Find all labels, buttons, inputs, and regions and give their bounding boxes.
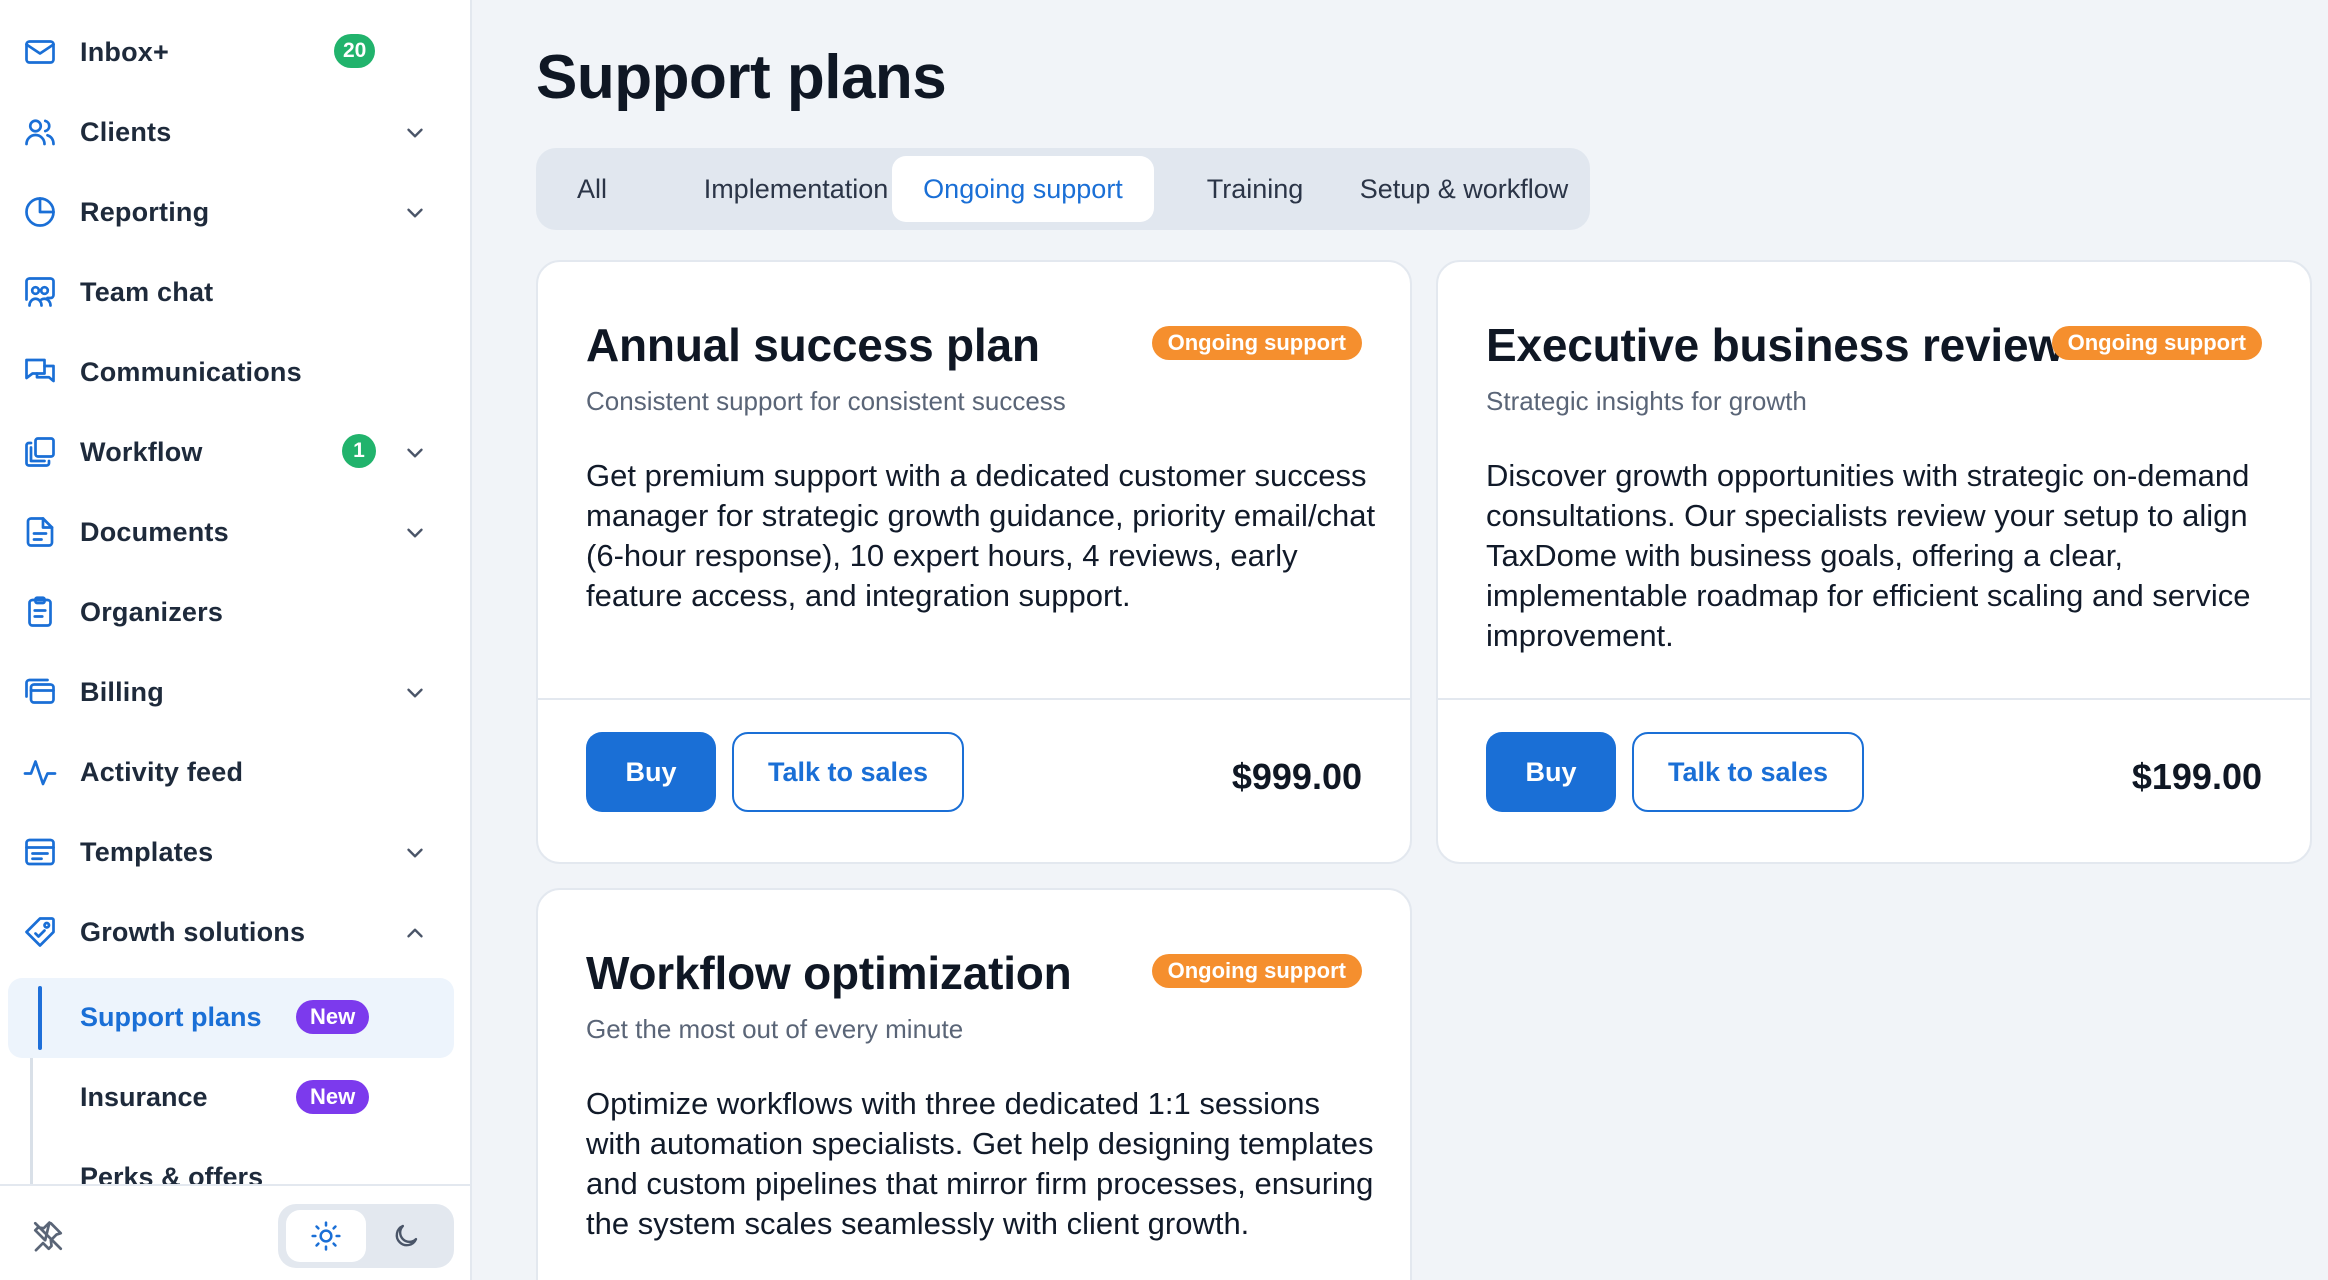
- sidebar-item-documents[interactable]: Documents: [0, 492, 470, 572]
- sidebar-item-label: Activity feed: [80, 756, 244, 787]
- chevron-down-icon[interactable]: [400, 438, 430, 468]
- tab-all[interactable]: All: [548, 156, 636, 222]
- card-description: Optimize workflows with three dedicated …: [586, 1086, 1374, 1241]
- support-plan-card: Executive business review Ongoing suppor…: [1436, 260, 2312, 864]
- sidebar-subitem-insurance[interactable]: Insurance New: [8, 1058, 454, 1138]
- category-badge: Ongoing support: [1151, 954, 1362, 988]
- tab-ongoing-support[interactable]: Ongoing support: [892, 156, 1154, 222]
- sidebar-item-label: Templates: [80, 836, 214, 867]
- sidebar-item-templates[interactable]: Templates: [0, 812, 470, 892]
- card-subtitle: Get the most out of every minute: [586, 1014, 964, 1044]
- sidebar-item-growth-solutions[interactable]: Growth solutions: [0, 892, 470, 972]
- sidebar-subitem-label: Support plans: [80, 1002, 262, 1032]
- chevron-up-icon[interactable]: [400, 918, 430, 948]
- sidebar-item-label: Inbox+: [80, 36, 169, 67]
- page-title: Support plans: [536, 43, 947, 112]
- plan-price: $199.00: [2131, 756, 2262, 797]
- new-badge: New: [296, 1000, 370, 1034]
- talk-to-sales-button[interactable]: Talk to sales: [1632, 732, 1864, 812]
- theme-toggle: [278, 1204, 454, 1268]
- card-title: Annual success plan: [586, 319, 1040, 371]
- buy-button[interactable]: Buy: [1486, 732, 1616, 812]
- users-icon: [20, 112, 60, 152]
- card-title: Workflow optimization: [586, 947, 1072, 999]
- sidebar-item-billing[interactable]: Billing: [0, 652, 470, 732]
- sidebar-item-label: Billing: [80, 676, 164, 707]
- sidebar-item-team-chat[interactable]: Team chat: [0, 252, 470, 332]
- tab-training[interactable]: Training: [1172, 156, 1338, 222]
- messages-icon: [20, 352, 60, 392]
- card-divider: [1438, 698, 2310, 700]
- sidebar-item-label: Documents: [80, 516, 229, 547]
- chevron-down-icon[interactable]: [400, 198, 430, 228]
- pie-chart-icon: [20, 192, 60, 232]
- sidebar-item-reporting[interactable]: Reporting: [0, 172, 470, 252]
- light-mode-button[interactable]: [286, 1210, 366, 1262]
- sidebar-subitem-support-plans[interactable]: Support plans New: [8, 978, 454, 1058]
- sidebar: Inbox+ 20 Clients Reporting Team chat Co…: [0, 0, 472, 1280]
- sidebar-item-label: Team chat: [80, 276, 214, 307]
- active-indicator: [38, 986, 42, 1050]
- plan-price: $999.00: [1231, 756, 1362, 797]
- sidebar-item-workflow[interactable]: Workflow 1: [0, 412, 470, 492]
- template-icon: [20, 832, 60, 872]
- card-divider: [538, 698, 1410, 700]
- workflow-icon: [20, 432, 60, 472]
- support-plan-card: Annual success plan Ongoing support Cons…: [536, 260, 1412, 864]
- sidebar-footer: [0, 1184, 470, 1280]
- chevron-down-icon[interactable]: [400, 118, 430, 148]
- unread-count-badge: 20: [334, 34, 376, 68]
- card-subtitle: Strategic insights for growth: [1486, 386, 1807, 416]
- sidebar-item-communications[interactable]: Communications: [0, 332, 470, 412]
- notification-count-badge: 1: [342, 434, 376, 468]
- document-icon: [20, 512, 60, 552]
- sidebar-item-organizers[interactable]: Organizers: [0, 572, 470, 652]
- card-description: Discover growth opportunities with strat…: [1486, 458, 2251, 653]
- tab-setup-workflow[interactable]: Setup & workflow: [1346, 156, 1582, 222]
- category-badge: Ongoing support: [2051, 326, 2262, 360]
- dark-mode-button[interactable]: [366, 1210, 446, 1262]
- chevron-down-icon[interactable]: [400, 678, 430, 708]
- mail-icon: [20, 32, 60, 72]
- buy-button[interactable]: Buy: [586, 732, 716, 812]
- sidebar-item-activity-feed[interactable]: Activity feed: [0, 732, 470, 812]
- pin-icon[interactable]: [28, 1216, 68, 1256]
- talk-to-sales-button[interactable]: Talk to sales: [732, 732, 964, 812]
- tag-icon: [20, 912, 60, 952]
- sidebar-item-label: Reporting: [80, 196, 210, 227]
- team-chat-icon: [20, 272, 60, 312]
- card-subtitle: Consistent support for consistent succes…: [586, 386, 1066, 416]
- activity-icon: [20, 752, 60, 792]
- sidebar-subitem-label: Insurance: [80, 1082, 208, 1112]
- sidebar-item-label: Communications: [80, 356, 302, 387]
- chevron-down-icon[interactable]: [400, 518, 430, 548]
- sidebar-item-label: Growth solutions: [80, 916, 306, 947]
- category-badge: Ongoing support: [1151, 326, 1362, 360]
- clipboard-icon: [20, 592, 60, 632]
- card-title: Executive business review: [1486, 319, 2064, 371]
- chevron-down-icon[interactable]: [400, 838, 430, 868]
- sidebar-item-label: Organizers: [80, 596, 224, 627]
- sidebar-item-label: Workflow: [80, 436, 203, 467]
- credit-card-icon: [20, 672, 60, 712]
- support-plan-card: Workflow optimization Ongoing support Ge…: [536, 888, 1412, 1280]
- sidebar-item-label: Clients: [80, 116, 172, 147]
- category-tabs: All Implementation Ongoing support Train…: [536, 148, 1590, 230]
- sidebar-item-clients[interactable]: Clients: [0, 92, 470, 172]
- sidebar-item-inbox[interactable]: Inbox+ 20: [0, 12, 470, 92]
- new-badge: New: [296, 1080, 370, 1114]
- card-description: Get premium support with a dedicated cus…: [586, 458, 1376, 613]
